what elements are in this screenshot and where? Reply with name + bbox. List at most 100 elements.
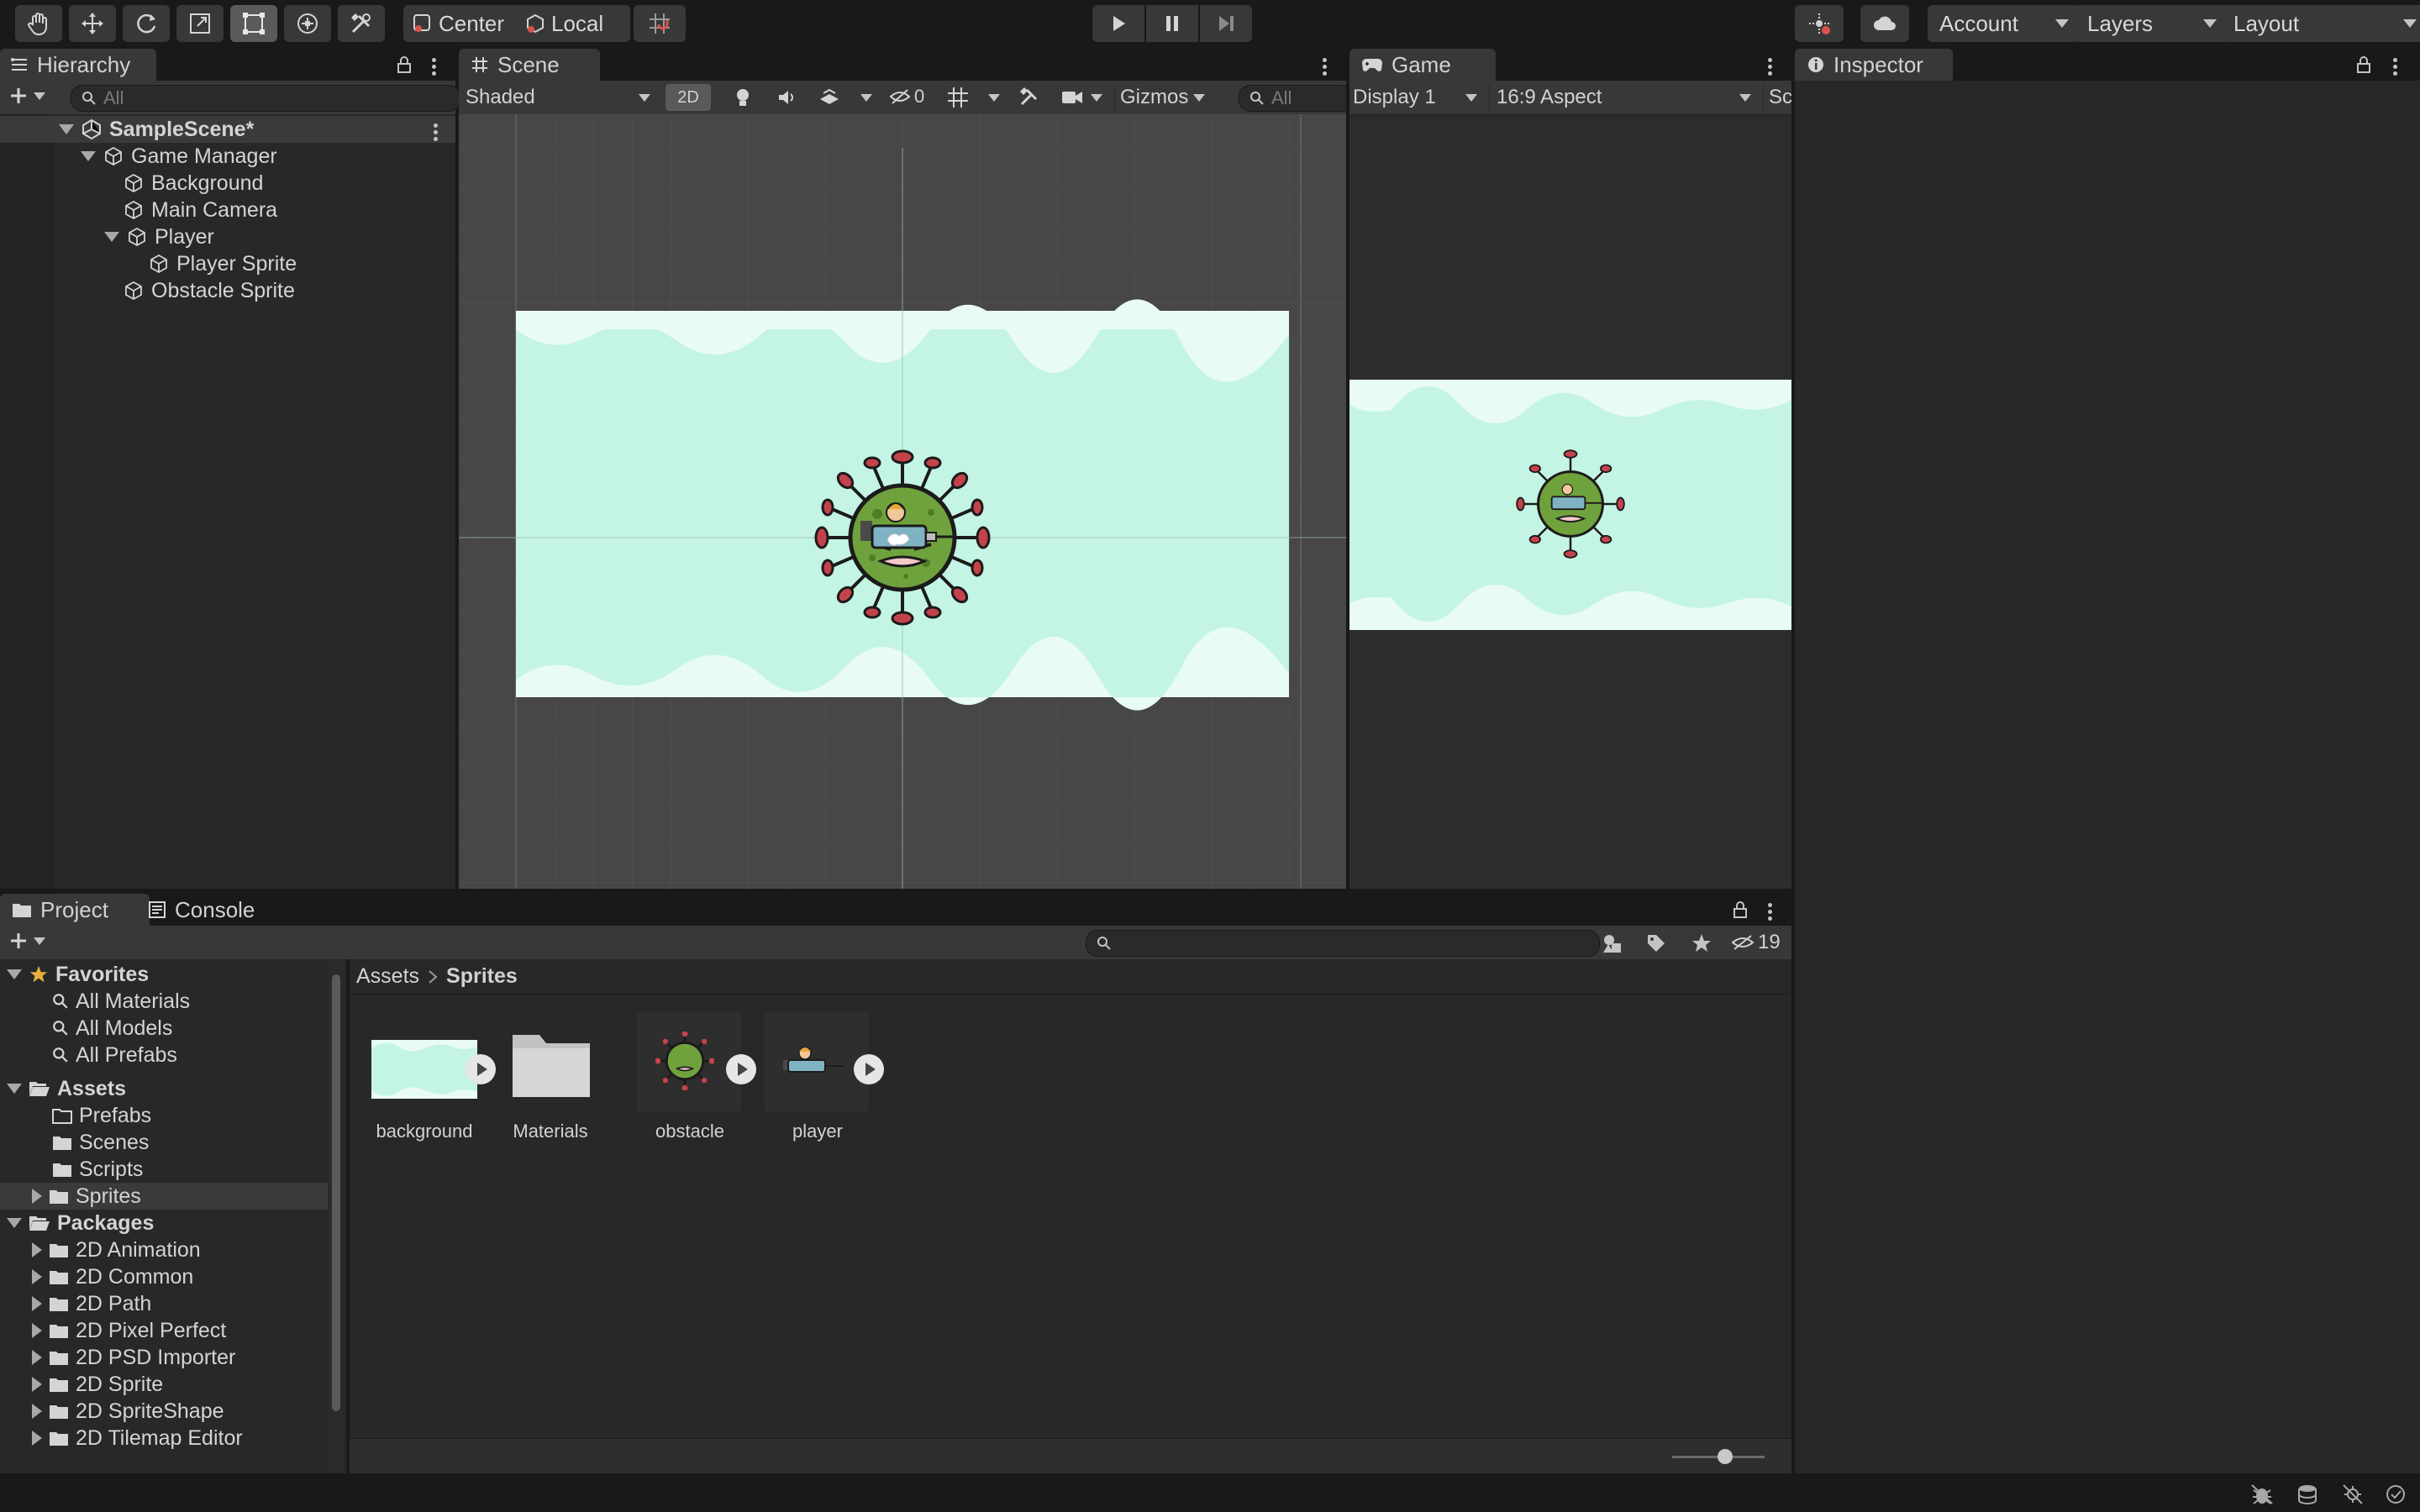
tab-console[interactable]: Console xyxy=(136,894,284,926)
tab-game[interactable]: Game xyxy=(1349,49,1496,81)
package-item[interactable]: 2D Pixel Perfect xyxy=(32,1317,226,1344)
hierarchy-menu-icon[interactable] xyxy=(432,55,437,78)
tab-scene[interactable]: Scene xyxy=(459,49,600,81)
asset-item-obstacle[interactable]: obstacle xyxy=(632,1011,766,1154)
hierarchy-item-obstacle-sprite[interactable]: Obstacle Sprite xyxy=(123,277,295,304)
project-search-input[interactable] xyxy=(1086,930,1600,957)
package-item[interactable]: 2D PSD Importer xyxy=(32,1344,235,1371)
star-icon[interactable] xyxy=(1691,932,1712,954)
2d-mode-toggle[interactable]: 2D xyxy=(666,84,711,111)
scene-search-input[interactable]: All xyxy=(1239,85,1346,112)
favorite-item-all-models[interactable]: All Models xyxy=(52,1015,172,1042)
hierarchy-search-input[interactable]: All xyxy=(71,85,460,112)
create-dropdown[interactable] xyxy=(8,86,45,106)
search-by-label-icon[interactable] xyxy=(1645,932,1667,954)
breadcrumb-sprites[interactable]: Sprites xyxy=(446,964,518,989)
folder-item-scripts[interactable]: Scripts xyxy=(52,1156,143,1183)
project-menu-icon[interactable] xyxy=(1768,900,1773,923)
tab-hierarchy[interactable]: Hierarchy xyxy=(0,49,156,81)
audio-icon[interactable] xyxy=(776,87,797,108)
step-button[interactable] xyxy=(1200,5,1252,42)
draw-mode-dropdown[interactable]: Shaded xyxy=(464,84,657,111)
scene-root-item[interactable]: SampleScene* xyxy=(59,116,254,143)
display-dropdown[interactable]: Display 1 xyxy=(1353,84,1484,111)
tree-scrollbar-thumb[interactable] xyxy=(332,974,340,1411)
assets-section[interactable]: Assets xyxy=(7,1075,126,1102)
zoom-slider-thumb[interactable] xyxy=(1718,1449,1733,1464)
tab-inspector[interactable]: Inspector xyxy=(1795,49,1953,81)
hierarchy-item-main-camera[interactable]: Main Camera xyxy=(123,197,277,223)
transform-tool-button[interactable] xyxy=(284,5,331,42)
bug-icon[interactable] xyxy=(2250,1483,2274,1505)
effects-icon[interactable] xyxy=(818,87,840,108)
camera-icon[interactable] xyxy=(1060,87,1084,108)
project-create-dropdown[interactable] xyxy=(8,931,45,951)
unity-services-button[interactable] xyxy=(1795,5,1844,42)
chevron-down-icon[interactable] xyxy=(860,94,872,102)
account-dropdown[interactable]: Account xyxy=(1928,5,2081,42)
lock-icon[interactable] xyxy=(1731,900,1749,919)
grid-snap-button[interactable] xyxy=(634,5,686,42)
package-item[interactable]: 2D Common xyxy=(32,1263,193,1290)
scale-slider[interactable]: Sc xyxy=(1763,84,1791,111)
pivot-mode-toggle[interactable]: Center xyxy=(403,5,524,42)
tree-scrollbar[interactable] xyxy=(328,959,343,1473)
scene-visibility-toggle[interactable]: 0 xyxy=(889,86,924,108)
asset-item-background[interactable]: background xyxy=(371,1011,499,1154)
hierarchy-item-player[interactable]: Player xyxy=(104,223,214,250)
game-panel-menu-icon[interactable] xyxy=(1768,55,1773,78)
asset-item-player[interactable]: player xyxy=(760,1011,894,1154)
rotate-tool-button[interactable] xyxy=(123,5,170,42)
favorites-section[interactable]: Favorites xyxy=(7,961,149,988)
gizmos-dropdown[interactable]: Gizmos xyxy=(1114,84,1210,111)
search-by-type-icon[interactable] xyxy=(1602,932,1623,954)
move-tool-button[interactable] xyxy=(69,5,116,42)
inspector-menu-icon[interactable] xyxy=(2393,55,2398,78)
layout-dropdown[interactable]: Layout xyxy=(2222,5,2420,42)
scene-view[interactable]: Shaded 2D 0 Gizmos All xyxy=(459,81,1346,889)
package-item[interactable]: 2D Sprite xyxy=(32,1371,163,1398)
favorite-item-all-prefabs[interactable]: All Prefabs xyxy=(52,1042,177,1068)
play-button[interactable] xyxy=(1092,5,1144,42)
breadcrumb-assets[interactable]: Assets xyxy=(356,964,419,989)
hierarchy-item-player-sprite[interactable]: Player Sprite xyxy=(148,250,297,277)
pivot-space-toggle[interactable]: Local xyxy=(516,5,630,42)
hand-tool-button[interactable] xyxy=(15,5,62,42)
hierarchy-item-game-manager[interactable]: Game Manager xyxy=(81,143,277,170)
scene-panel-menu-icon[interactable] xyxy=(1323,55,1328,78)
chevron-down-icon[interactable] xyxy=(988,94,1000,102)
package-item[interactable]: 2D Tilemap Editor xyxy=(32,1425,243,1452)
chevron-down-icon[interactable] xyxy=(1091,94,1102,102)
lighting-icon[interactable] xyxy=(733,87,753,108)
aspect-dropdown[interactable]: 16:9 Aspect xyxy=(1489,84,1760,111)
expand-sprite-icon[interactable] xyxy=(854,1054,884,1084)
favorite-item-all-materials[interactable]: All Materials xyxy=(52,988,190,1015)
layers-dropdown[interactable]: Layers xyxy=(2075,5,2228,42)
asset-item-materials[interactable]: Materials xyxy=(508,1011,634,1154)
scene-menu-icon[interactable] xyxy=(434,121,439,144)
game-view-render[interactable] xyxy=(1349,380,1791,630)
check-circle-icon[interactable] xyxy=(2385,1483,2407,1505)
folder-item-prefabs[interactable]: Prefabs xyxy=(52,1102,151,1129)
lock-icon[interactable] xyxy=(2354,55,2373,74)
network-off-icon[interactable] xyxy=(2341,1483,2365,1505)
package-item[interactable]: 2D Path xyxy=(32,1290,151,1317)
folder-item-scenes[interactable]: Scenes xyxy=(52,1129,149,1156)
hidden-packages-toggle[interactable]: 19 xyxy=(1731,931,1781,954)
package-item[interactable]: 2D Animation xyxy=(32,1236,201,1263)
expand-sprite-icon[interactable] xyxy=(726,1054,756,1084)
lock-icon[interactable] xyxy=(395,55,413,74)
rect-tool-button[interactable] xyxy=(230,5,277,42)
tools-icon[interactable] xyxy=(1018,86,1040,108)
tab-project[interactable]: Project xyxy=(0,894,150,926)
packages-section[interactable]: Packages xyxy=(7,1210,154,1236)
package-item[interactable]: 2D SpriteShape xyxy=(32,1398,224,1425)
custom-tools-button[interactable] xyxy=(338,5,385,42)
expand-sprite-icon[interactable] xyxy=(466,1054,496,1084)
folder-item-sprites[interactable]: Sprites xyxy=(32,1183,141,1210)
pause-button[interactable] xyxy=(1146,5,1198,42)
cache-server-icon[interactable] xyxy=(2296,1483,2319,1505)
grid-toggle-icon[interactable] xyxy=(946,86,970,109)
hierarchy-item-background[interactable]: Background xyxy=(123,170,263,197)
cloud-button[interactable] xyxy=(1860,5,1909,42)
